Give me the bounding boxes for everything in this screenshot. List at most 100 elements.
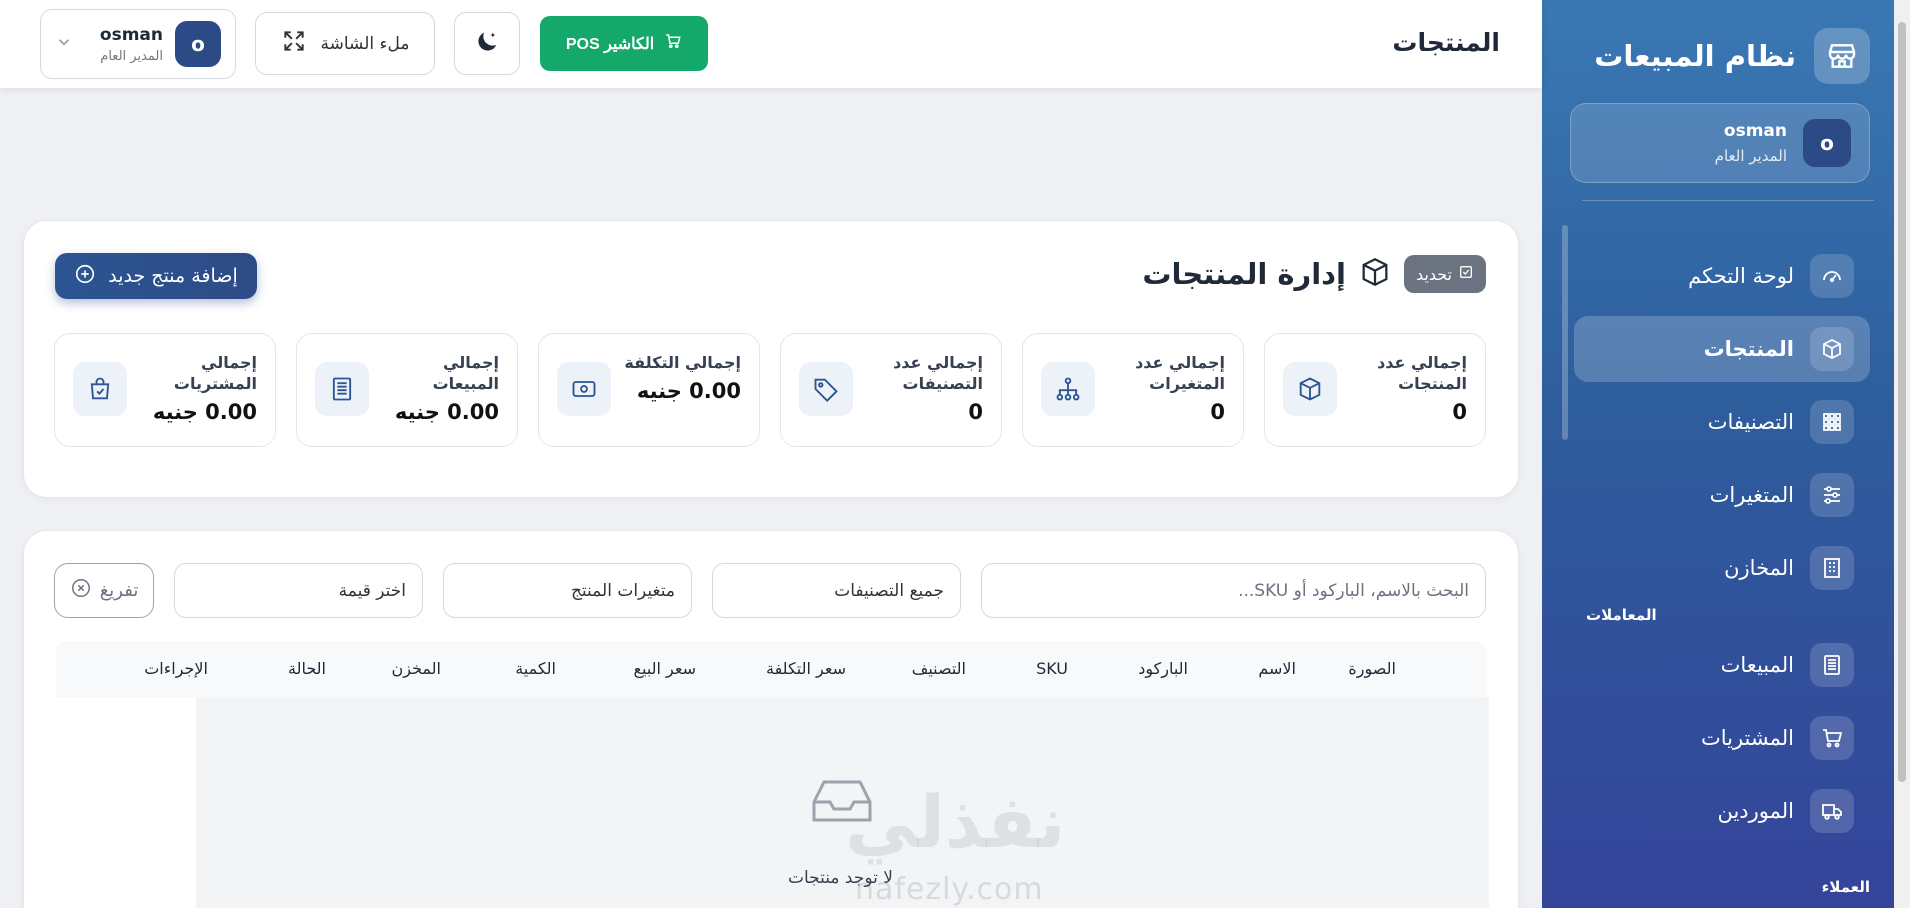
column-header[interactable]: الصورة bbox=[1348, 659, 1396, 678]
sidebar-item-variants[interactable]: المتغيرات bbox=[1574, 462, 1870, 528]
stat-label: إجمالي المشتريات bbox=[173, 353, 257, 393]
theme-toggle-button[interactable] bbox=[454, 12, 520, 75]
nav-section-customers: العملاء bbox=[1821, 878, 1870, 896]
expand-icon bbox=[281, 28, 307, 59]
filters-row: البحث بالاسم، الباركود أو SKU... جميع ال… bbox=[54, 563, 1486, 618]
invoice-icon bbox=[315, 362, 369, 416]
divider bbox=[1582, 200, 1874, 201]
column-header[interactable]: الإجراءات bbox=[144, 659, 208, 678]
cart-icon bbox=[1810, 716, 1854, 760]
brand: نظام المبيعات bbox=[1594, 28, 1870, 84]
box-icon bbox=[1283, 362, 1337, 416]
section-title: إدارة المنتجات bbox=[1142, 257, 1346, 291]
sidebar-item-suppliers[interactable]: الموردين bbox=[1574, 778, 1870, 844]
sliders-icon bbox=[1810, 473, 1854, 517]
clear-label: تفريغ bbox=[99, 580, 139, 601]
pos-cashier-button[interactable]: الكاشير POS bbox=[540, 16, 708, 71]
sidebar-item-label: المتغيرات bbox=[1709, 483, 1794, 507]
dashboard-icon bbox=[1810, 254, 1854, 298]
empty-state-text: لا توجد منتجات bbox=[788, 868, 893, 888]
search-input[interactable]: البحث بالاسم، الباركود أو SKU... bbox=[981, 563, 1486, 618]
stat-label: إجمالي التكلفة bbox=[624, 353, 741, 372]
pos-label: الكاشير POS bbox=[565, 35, 655, 53]
value-select[interactable]: اختر قيمة bbox=[174, 563, 423, 618]
sidebar-item-label: المخازن bbox=[1724, 556, 1794, 580]
clear-filters-button[interactable]: تفريغ bbox=[54, 563, 154, 618]
stat-label: إجمالي عدد المنتجات bbox=[1377, 353, 1467, 393]
avatar: o bbox=[175, 21, 221, 67]
sidebar: نظام المبيعات o osman المدير العام لوحة … bbox=[1542, 0, 1910, 908]
page-title: المنتجات bbox=[1392, 28, 1500, 57]
fullscreen-button[interactable]: ملء الشاشة bbox=[255, 12, 435, 75]
column-header[interactable]: SKU bbox=[1036, 659, 1068, 678]
page-scrollbar[interactable] bbox=[1894, 0, 1910, 908]
column-header[interactable]: الكمية bbox=[515, 659, 556, 678]
user-menu-button[interactable]: o osman المدير العام bbox=[40, 9, 236, 79]
stat-label: إجمالي عدد المتغيرات bbox=[1135, 353, 1225, 393]
shopping-bag-icon bbox=[73, 362, 127, 416]
sidebar-item-label: المشتريات bbox=[1700, 726, 1794, 750]
sidebar-item-dashboard[interactable]: لوحة التحكم bbox=[1574, 243, 1870, 309]
watermark-arabic: نفذلي bbox=[845, 780, 1066, 864]
table-header: الصورة الاسم الباركود SKU التصنيف سعر ال… bbox=[56, 641, 1486, 697]
stat-card-total-purchases: إجمالي المشتريات 0.00 جنيه bbox=[54, 333, 276, 447]
scrollbar-thumb[interactable] bbox=[1898, 22, 1906, 782]
user-role: المدير العام bbox=[1714, 147, 1787, 165]
tag-icon bbox=[799, 362, 853, 416]
box-icon bbox=[1358, 255, 1392, 293]
box-icon bbox=[1810, 327, 1854, 371]
stat-card-total-cost: إجمالي التكلفة 0.00 جنيه bbox=[538, 333, 760, 447]
user-role: المدير العام bbox=[100, 48, 163, 64]
sidebar-item-label: المنتجات bbox=[1703, 337, 1794, 361]
sidebar-item-warehouses[interactable]: المخازن bbox=[1574, 535, 1870, 601]
card-header: تحديد إدارة المنتجات bbox=[1142, 255, 1486, 293]
column-header[interactable]: الحالة bbox=[288, 659, 326, 678]
column-header[interactable]: المخزن bbox=[392, 659, 441, 678]
moon-icon bbox=[473, 28, 501, 60]
stat-label: إجمالي عدد التصنيفات bbox=[893, 353, 983, 393]
refresh-label: تحديد bbox=[1415, 264, 1452, 284]
building-icon bbox=[1810, 546, 1854, 590]
sidebar-item-label: لوحة التحكم bbox=[1688, 264, 1794, 288]
stat-card-categories-count: إجمالي عدد التصنيفات 0 bbox=[780, 333, 1002, 447]
stats-row: إجمالي عدد المنتجات 0 إجمالي عدد المتغير… bbox=[54, 333, 1486, 447]
sidebar-scrollbar[interactable] bbox=[1562, 225, 1568, 440]
column-header[interactable]: التصنيف bbox=[912, 659, 966, 678]
column-header[interactable]: سعر التكلفة bbox=[766, 659, 846, 678]
inbox-icon bbox=[810, 778, 874, 828]
user-name: osman bbox=[99, 24, 163, 45]
money-icon bbox=[557, 362, 611, 416]
close-circle-icon bbox=[70, 577, 92, 604]
store-icon bbox=[1814, 28, 1870, 84]
products-table-card: البحث بالاسم، الباركود أو SKU... جميع ال… bbox=[23, 530, 1519, 908]
fullscreen-label: ملء الشاشة bbox=[320, 33, 410, 54]
column-header[interactable]: الاسم bbox=[1258, 659, 1296, 678]
variants-select[interactable]: متغيرات المنتج bbox=[443, 563, 692, 618]
plus-circle-icon bbox=[74, 263, 96, 290]
column-header[interactable]: الباركود bbox=[1138, 659, 1188, 678]
stat-label: إجمالي المبيعات bbox=[432, 353, 499, 393]
topbar: المنتجات الكاشير POS ملء الشاشة o osman … bbox=[0, 0, 1542, 88]
column-header[interactable]: سعر البيع bbox=[633, 659, 696, 678]
stat-card-variants-count: إجمالي عدد المتغيرات 0 bbox=[1022, 333, 1244, 447]
receipt-icon bbox=[1810, 643, 1854, 687]
category-select[interactable]: جميع التصنيفات bbox=[712, 563, 961, 618]
user-name: osman bbox=[1723, 121, 1787, 141]
refresh-button[interactable]: تحديد bbox=[1403, 255, 1486, 293]
sidebar-item-sales[interactable]: المبيعات bbox=[1574, 632, 1870, 698]
cart-icon bbox=[664, 32, 682, 55]
truck-icon bbox=[1810, 789, 1854, 833]
sidebar-item-purchases[interactable]: المشتريات bbox=[1574, 705, 1870, 771]
products-summary-card: تحديد إدارة المنتجات إضافة منتج جديد إجم… bbox=[23, 220, 1519, 498]
sidebar-item-label: المبيعات bbox=[1720, 653, 1794, 677]
brand-title: نظام المبيعات bbox=[1594, 39, 1796, 73]
stat-card-total-sales: إجمالي المبيعات 0.00 جنيه bbox=[296, 333, 518, 447]
hierarchy-icon bbox=[1041, 362, 1095, 416]
add-label: إضافة منتج جديد bbox=[108, 265, 238, 287]
sidebar-item-products[interactable]: المنتجات bbox=[1574, 316, 1870, 382]
sidebar-item-categories[interactable]: التصنيفات bbox=[1574, 389, 1870, 455]
nav-section-transactions: المعاملات bbox=[1586, 606, 1657, 624]
avatar: o bbox=[1803, 119, 1851, 167]
add-product-button[interactable]: إضافة منتج جديد bbox=[55, 253, 257, 299]
sidebar-user-card[interactable]: o osman المدير العام bbox=[1570, 103, 1870, 183]
